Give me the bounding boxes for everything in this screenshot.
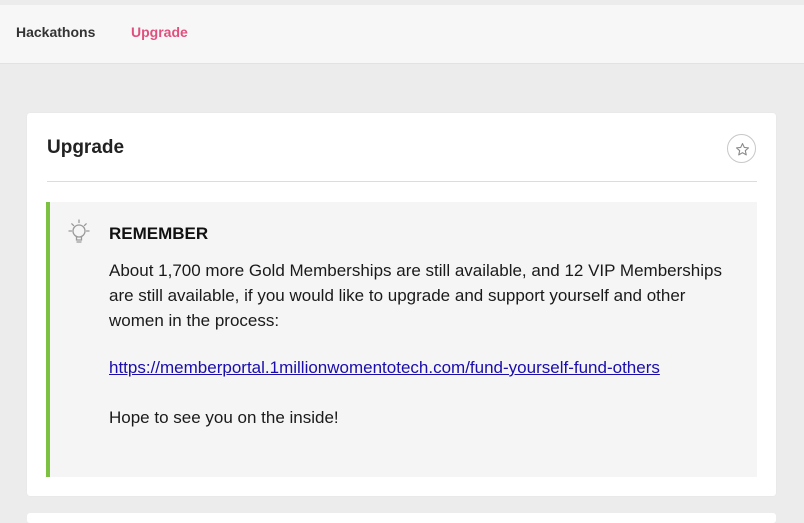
callout-body-text: About 1,700 more Gold Memberships are st… (109, 261, 722, 330)
callout-closing-text: Hope to see you on the inside! (109, 408, 339, 427)
nav-item-hackathons[interactable]: Hackathons (16, 24, 95, 40)
nav-item-upgrade[interactable]: Upgrade (131, 24, 188, 40)
title-divider (47, 181, 757, 182)
top-nav-bar: Hackathons Upgrade (0, 5, 804, 64)
lightbulb-icon (68, 219, 90, 243)
callout-heading: REMEMBER (109, 224, 209, 243)
star-outline-icon (735, 143, 750, 156)
favorite-button[interactable] (727, 134, 756, 163)
remember-callout: REMEMBER About 1,700 more Gold Membershi… (46, 202, 757, 477)
next-card-edge (27, 513, 776, 523)
fund-yourself-link[interactable]: https://memberportal.1millionwomentotech… (109, 358, 660, 378)
upgrade-card: Upgrade REMEMBER About 1,700 more Gold M… (27, 113, 776, 496)
card-title: Upgrade (47, 137, 125, 158)
